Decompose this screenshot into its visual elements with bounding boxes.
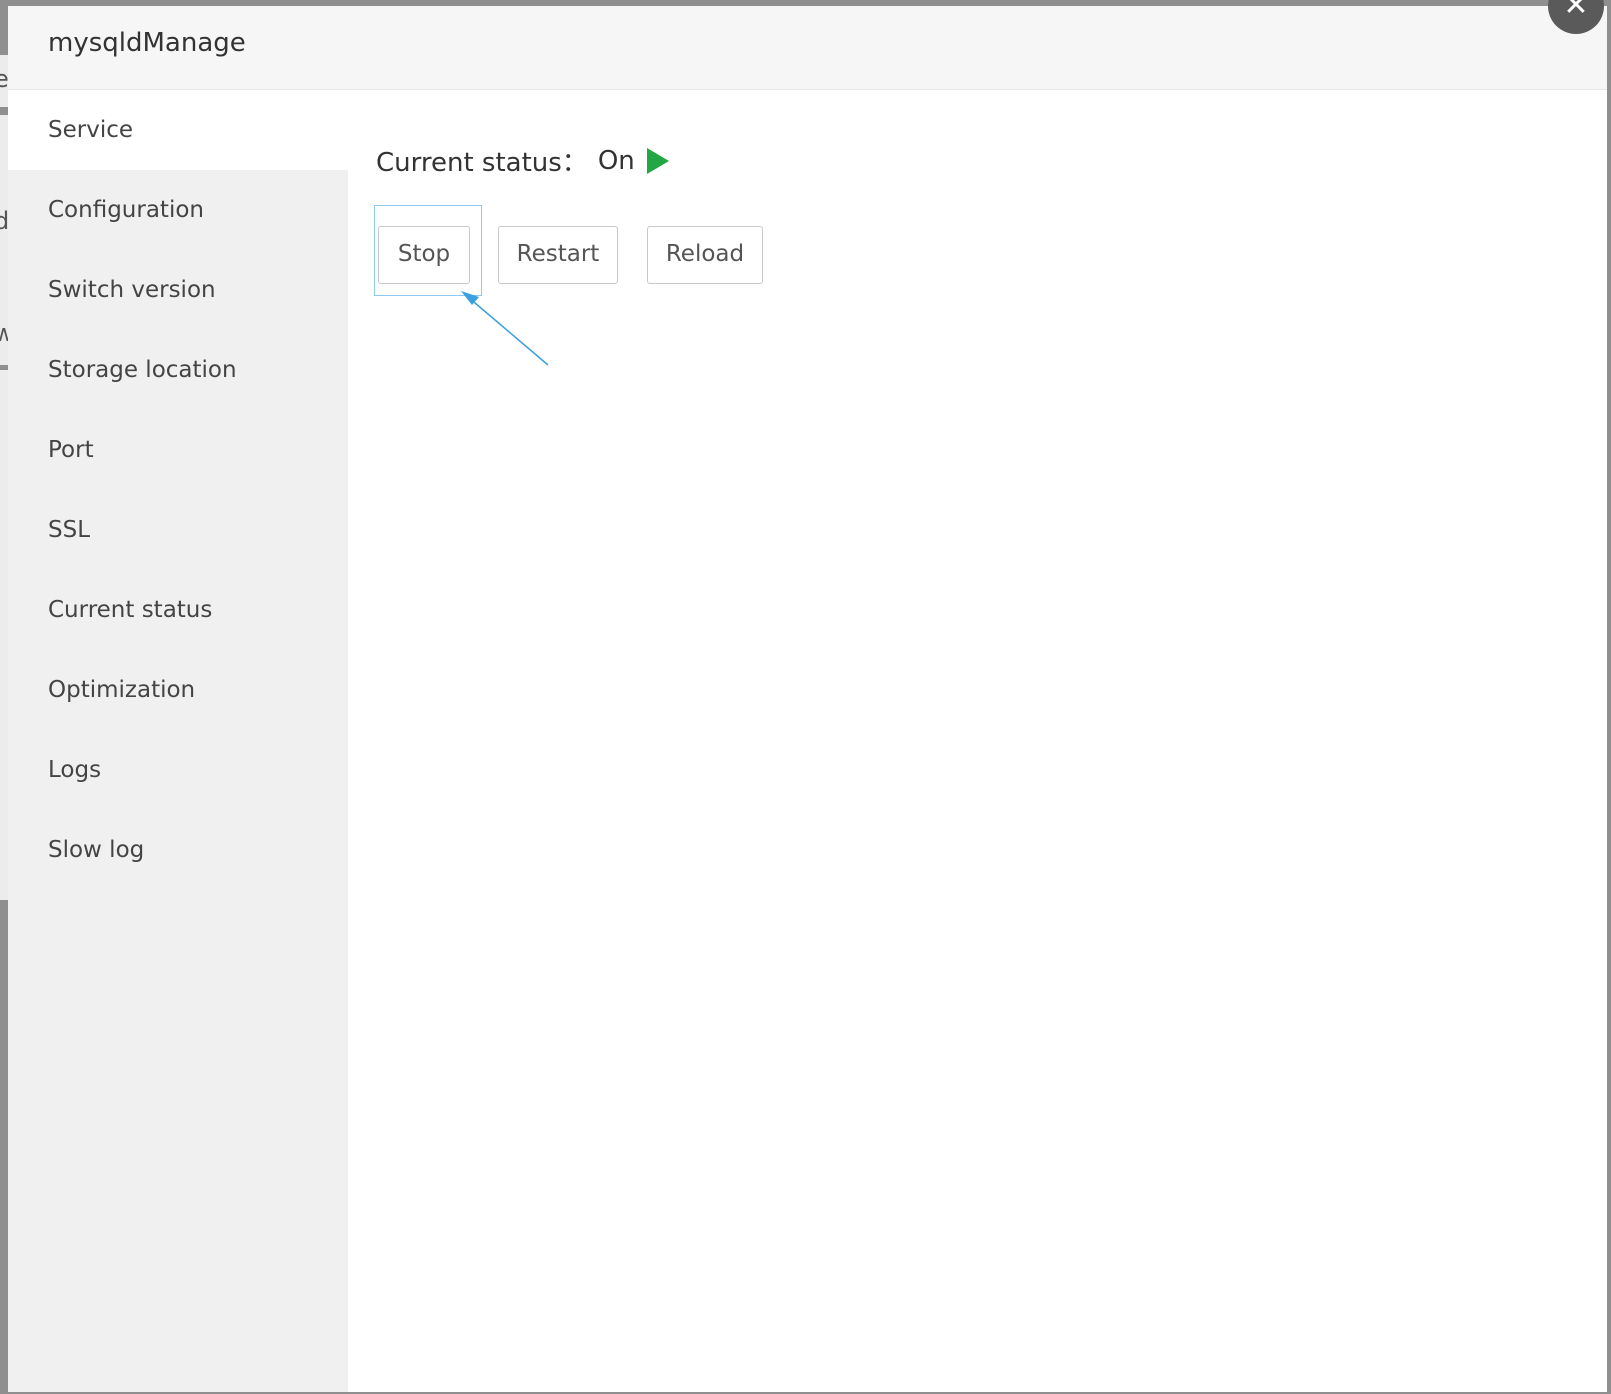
background-panel-fragment: w: [0, 305, 14, 365]
status-label: Current status：: [376, 148, 588, 178]
play-icon: [646, 147, 669, 174]
sidebar-item-configuration[interactable]: Configuration: [8, 170, 348, 250]
sidebar-item-port[interactable]: Port: [8, 410, 348, 490]
backdrop-edge: [1607, 0, 1611, 1394]
dialog-header: mysqldManage: [8, 6, 1607, 90]
sidebar-item-slow-log[interactable]: Slow log: [8, 810, 348, 890]
manage-dialog: mysqldManage Service Configuration Switc…: [8, 6, 1607, 1392]
background-panel-fragment: e: [0, 55, 9, 107]
sidebar-item-ssl[interactable]: SSL: [8, 490, 348, 570]
sidebar-item-optimization[interactable]: Optimization: [8, 650, 348, 730]
reload-button[interactable]: Reload: [647, 226, 763, 284]
background-panel-fragment: d: [0, 115, 9, 305]
status-value: On: [597, 145, 635, 176]
sidebar-item-switch-version[interactable]: Switch version: [8, 250, 348, 330]
service-panel: Current status： On Stop Restart Reload: [348, 90, 1607, 1392]
dialog-title: mysqldManage: [48, 28, 246, 58]
stop-button[interactable]: Stop: [378, 226, 470, 284]
sidebar-item-storage-location[interactable]: Storage location: [8, 330, 348, 410]
sidebar-nav: Service Configuration Switch version Sto…: [8, 90, 348, 1392]
sidebar-item-current-status[interactable]: Current status: [8, 570, 348, 650]
background-panel-fragment: [0, 370, 8, 900]
restart-button[interactable]: Restart: [498, 226, 618, 284]
sidebar-item-service[interactable]: Service: [8, 90, 348, 170]
service-status: Current status： On: [376, 142, 669, 179]
sidebar-item-logs[interactable]: Logs: [8, 730, 348, 810]
